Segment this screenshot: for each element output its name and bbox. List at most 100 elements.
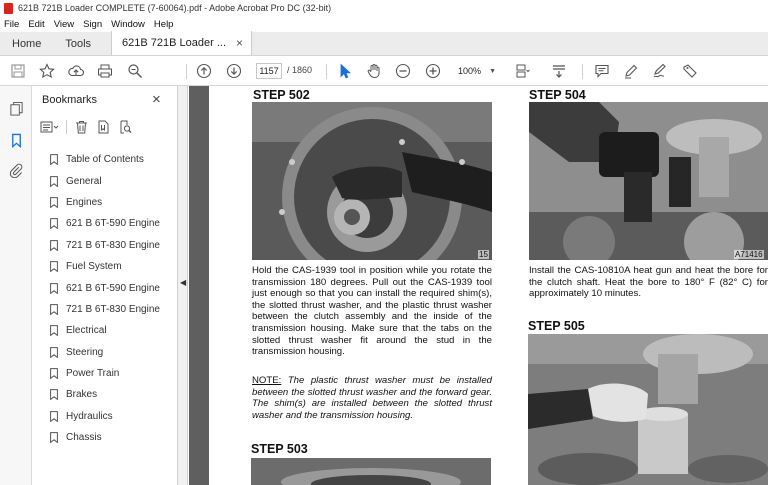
bookmark-icon <box>50 282 58 294</box>
bookmark-icon <box>50 304 58 315</box>
bookmarks-header: Bookmarks <box>42 94 98 106</box>
bookmark-item[interactable]: Engines <box>50 192 178 213</box>
attachments-paperclip-icon[interactable] <box>6 160 26 180</box>
bookmark-item[interactable]: 721 B 6T-830 Engine <box>50 299 178 320</box>
menu-bar: File Edit View Sign Window Help <box>0 16 768 32</box>
step-504-photo <box>529 102 768 260</box>
tab-document-label: 621B 721B Loader ... <box>122 37 226 49</box>
bookmarks-list: Table of Contents General Engines 621 B … <box>50 149 178 448</box>
step-503-heading: STEP 503 <box>251 442 308 456</box>
highlight-pen-icon[interactable] <box>621 61 641 81</box>
bookmark-label: Hydraulics <box>66 410 113 422</box>
upload-cloud-icon[interactable] <box>66 61 86 81</box>
bookmark-item[interactable]: Fuel System <box>50 256 178 277</box>
close-panel-icon[interactable]: × <box>152 91 161 108</box>
tab-bar: Home Tools 621B 721B Loader ... × <box>0 31 768 56</box>
page-thumbnails-icon[interactable] <box>6 98 26 118</box>
left-navigation-rail <box>0 86 32 485</box>
bookmark-item[interactable]: General <box>50 170 178 191</box>
tab-home[interactable]: Home <box>0 32 53 55</box>
bookmark-icon <box>50 346 58 358</box>
page-total-label: / 1860 <box>287 65 313 75</box>
step-502-photo <box>252 102 492 260</box>
zoom-out-icon[interactable] <box>393 61 413 81</box>
figure-number: A71416 <box>734 250 764 259</box>
step-502-note: NOTE: The plastic thrust washer must be … <box>252 375 492 421</box>
tab-document[interactable]: 621B 721B Loader ... × <box>111 31 253 55</box>
bookmark-label: 721 B 6T-830 Engine <box>66 239 160 251</box>
bookmark-item[interactable]: 721 B 6T-830 Engine <box>50 235 178 256</box>
window-title: 621B 721B Loader COMPLETE (7-60064).pdf … <box>18 3 332 13</box>
page-display-icon[interactable] <box>512 61 532 81</box>
bookmark-icon <box>50 154 58 166</box>
hand-tool-icon[interactable] <box>364 61 384 81</box>
bookmark-label: 721 B 6T-830 Engine <box>66 303 160 315</box>
menu-edit[interactable]: Edit <box>28 19 44 30</box>
bookmark-item[interactable]: 621 B 6T-590 Engine <box>50 277 178 298</box>
bookmark-options-icon[interactable] <box>40 118 60 136</box>
step-502-heading: STEP 502 <box>253 88 310 102</box>
find-bookmark-icon[interactable] <box>115 118 135 136</box>
bookmark-label: 621 B 6T-590 Engine <box>66 282 160 294</box>
bookmarks-panel-icon[interactable] <box>6 130 26 150</box>
zoom-in-icon[interactable] <box>423 61 443 81</box>
menu-view[interactable]: View <box>54 19 74 30</box>
select-cursor-icon[interactable] <box>335 61 355 81</box>
page-number-input[interactable]: 1157 <box>256 63 282 79</box>
figure-number: 15 <box>478 250 489 259</box>
next-page-icon[interactable] <box>224 61 244 81</box>
bookmark-label: 621 B 6T-590 Engine <box>66 218 160 230</box>
find-zoom-icon[interactable] <box>125 61 145 81</box>
panel-splitter[interactable]: ◀ <box>178 86 188 485</box>
save-icon[interactable] <box>8 61 28 81</box>
note-label: NOTE: <box>252 375 282 386</box>
previous-page-icon[interactable] <box>194 61 214 81</box>
document-viewer[interactable]: STEP 502 15 Hold the CAS-1939 tool in po… <box>189 86 768 485</box>
bookmark-icon <box>50 197 58 208</box>
toolbar-divider <box>326 64 327 79</box>
tab-tools[interactable]: Tools <box>53 32 103 55</box>
bookmark-icon <box>50 218 58 230</box>
zoom-level-select[interactable]: 100% ▼ <box>454 63 500 79</box>
scroll-mode-icon[interactable] <box>549 61 569 81</box>
bookmark-item[interactable]: Steering <box>50 342 178 363</box>
bookmark-item[interactable]: 621 B 6T-590 Engine <box>50 213 178 234</box>
more-tools-icon[interactable] <box>680 61 700 81</box>
bookmark-item[interactable]: Hydraulics <box>50 406 178 427</box>
star-bookmark-icon[interactable] <box>37 61 57 81</box>
menu-window[interactable]: Window <box>111 19 145 30</box>
bookmark-icon <box>50 261 58 273</box>
step-505-photo <box>528 334 768 485</box>
step-504-heading: STEP 504 <box>529 88 586 102</box>
comment-icon[interactable] <box>592 61 612 81</box>
bookmark-icon <box>50 239 58 251</box>
collapse-arrow-icon[interactable]: ◀ <box>180 278 186 287</box>
chevron-down-icon: ▼ <box>489 67 496 75</box>
menu-help[interactable]: Help <box>154 19 174 30</box>
draw-sign-icon[interactable] <box>650 61 670 81</box>
bookmark-item[interactable]: Table of Contents <box>50 149 178 170</box>
pdf-page: STEP 502 15 Hold the CAS-1939 tool in po… <box>209 86 768 485</box>
bookmark-icon <box>50 432 58 444</box>
bookmark-label: Steering <box>66 346 104 358</box>
bookmark-icon <box>50 368 58 380</box>
bookmark-icon <box>50 175 58 187</box>
print-icon[interactable] <box>95 61 115 81</box>
new-bookmark-icon[interactable] <box>93 118 113 136</box>
bookmark-item[interactable]: Chassis <box>50 427 178 448</box>
delete-bookmark-icon[interactable] <box>71 118 91 136</box>
bookmark-item[interactable]: Brakes <box>50 384 178 405</box>
menu-file[interactable]: File <box>4 19 19 30</box>
menu-sign[interactable]: Sign <box>83 19 102 30</box>
note-text: The plastic thrust washer must be instal… <box>252 375 492 421</box>
tab-close-icon[interactable]: × <box>236 36 243 50</box>
bookmark-item[interactable]: Power Train <box>50 363 178 384</box>
bookmark-label: General <box>66 175 102 187</box>
acrobat-logo-icon <box>4 2 13 14</box>
bookmark-item[interactable]: Electrical <box>50 320 178 341</box>
bookmark-icon <box>50 325 58 337</box>
toolbar-divider <box>186 64 187 79</box>
bookmark-label: Electrical <box>66 325 107 337</box>
bookmark-icon <box>50 410 58 422</box>
toolbar-divider <box>582 64 583 79</box>
